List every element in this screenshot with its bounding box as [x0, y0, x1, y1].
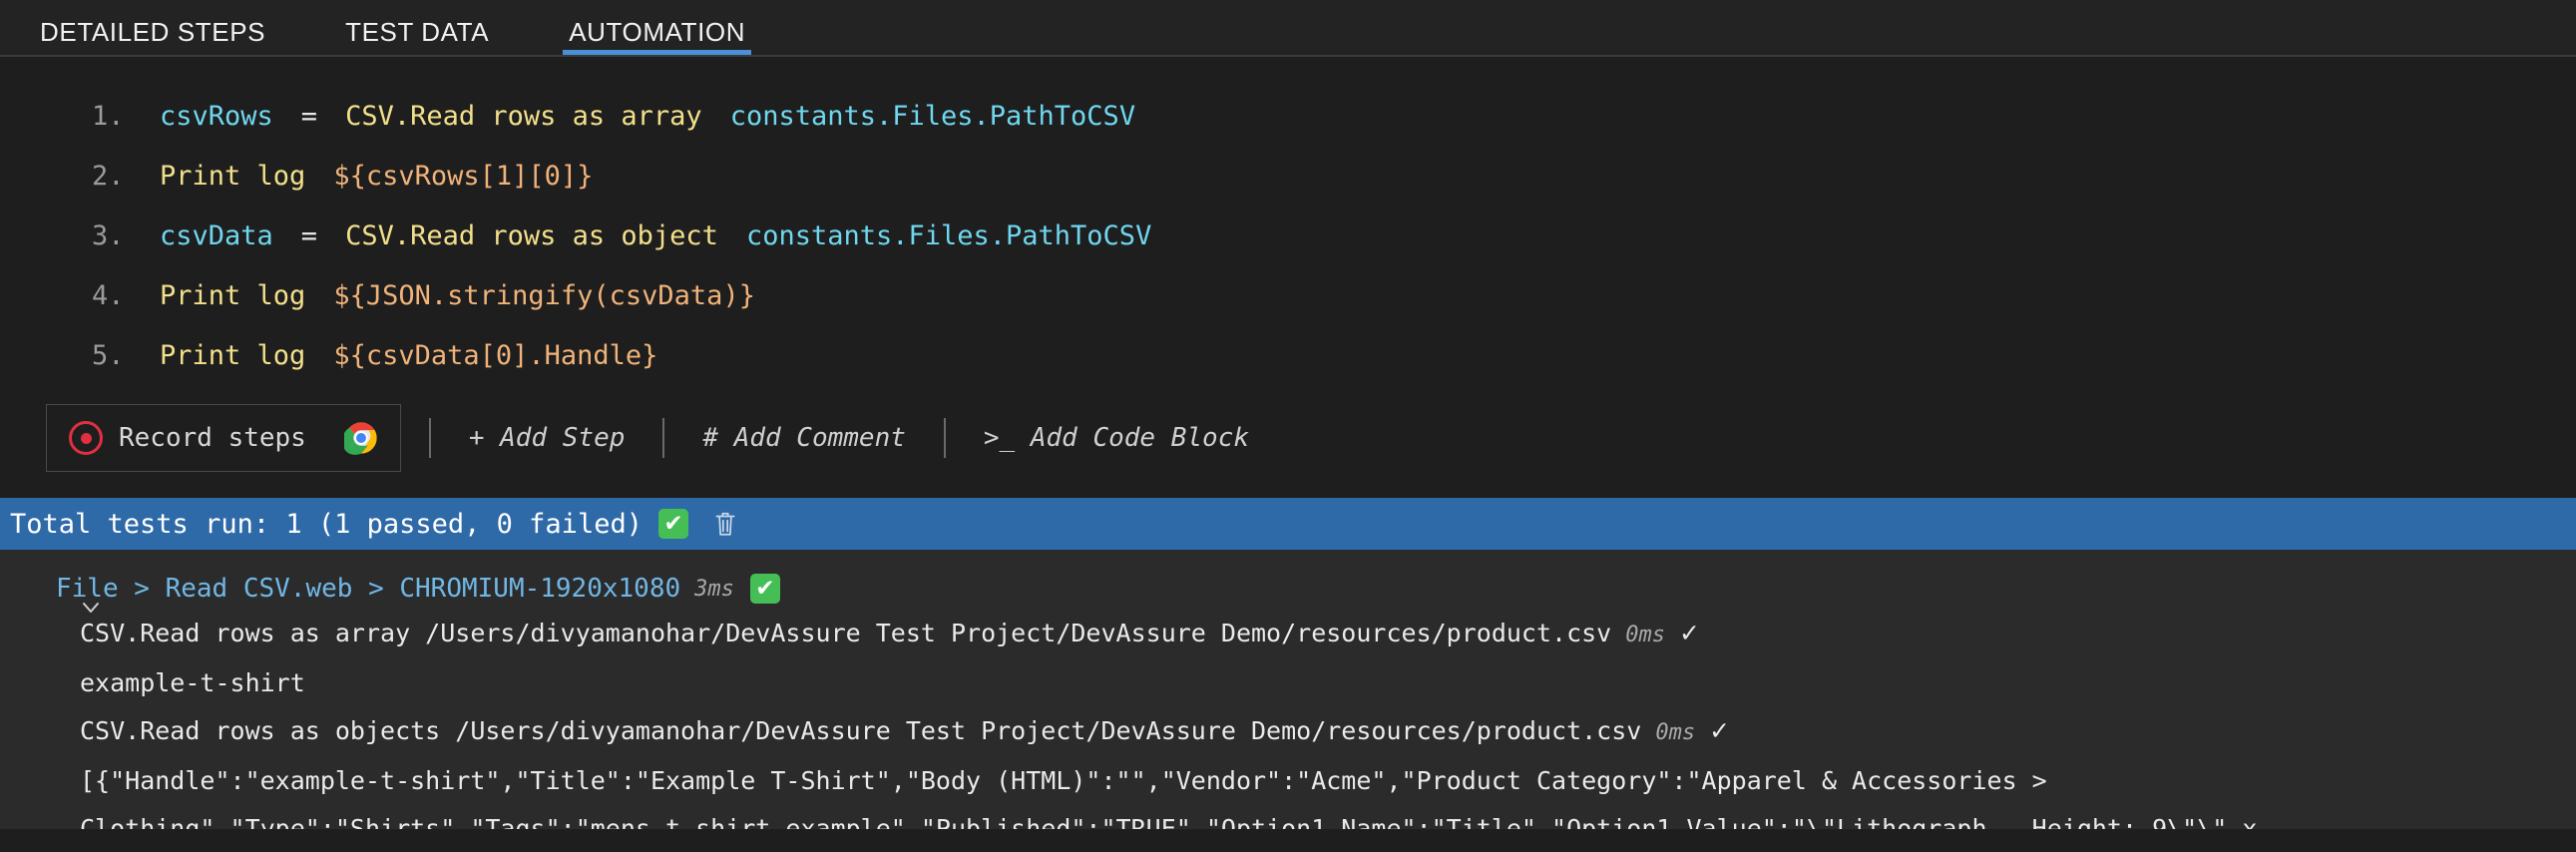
log-line: CSV.Read rows as objects /Users/divyaman…: [0, 707, 2576, 757]
step-actions-toolbar: Record steps + Add Step # Add Comment >_…: [0, 400, 2576, 476]
toolbar-divider: [662, 418, 665, 458]
log-line-text: CSV.Read rows as objects /Users/divyaman…: [80, 716, 1642, 745]
step-assign-operator: =: [300, 220, 318, 251]
step-assign-operator: =: [300, 101, 318, 132]
log-duration: 3ms: [694, 576, 734, 602]
tab-label: DETAILED STEPS: [40, 17, 266, 47]
log-line-status-icon: ✓: [1678, 619, 1700, 647]
record-icon: [69, 421, 103, 455]
test-result-summary: Total tests run: 1 (1 passed, 0 failed): [10, 508, 643, 540]
step-number: 4.: [92, 280, 125, 311]
step-row[interactable]: 4. Print log ${JSON.stringify(csvData)}: [0, 266, 2576, 326]
check-mark-icon: ✔: [749, 574, 780, 604]
chevron-down-icon[interactable]: [22, 578, 99, 613]
step-row[interactable]: 3. csvData = CSV.Read rows as object consta…: [0, 207, 2576, 266]
step-expression[interactable]: ${csvData[0].Handle}: [333, 326, 657, 386]
step-number: 5.: [92, 340, 125, 371]
log-line-text: [{"Handle":"example-t-shirt","Title":"Ex…: [80, 766, 2258, 829]
breadcrumb: File > Read CSV.web > CHROMIUM-1920x1080: [56, 574, 681, 604]
step-row[interactable]: 2. Print log ${csvRows[1][0]}: [0, 147, 2576, 207]
record-steps-label: Record steps: [119, 423, 306, 453]
step-row[interactable]: 5. Print log ${csvData[0].Handle}: [0, 326, 2576, 386]
tab-test-data[interactable]: TEST DATA: [323, 0, 511, 55]
step-expression[interactable]: ${JSON.stringify(csvData)}: [333, 266, 755, 326]
test-log-panel: File > Read CSV.web > CHROMIUM-1920x1080…: [0, 550, 2576, 829]
log-line-text: example-t-shirt: [80, 668, 305, 697]
record-steps-button[interactable]: Record steps: [46, 404, 401, 472]
step-keyword[interactable]: CSV.Read rows as array: [345, 87, 702, 147]
step-number: 1.: [92, 101, 125, 132]
step-parameter[interactable]: constants.Files.PathToCSV: [730, 87, 1135, 147]
step-number: 2.: [92, 161, 125, 192]
log-line-text: CSV.Read rows as array /Users/divyamanoh…: [80, 619, 1612, 647]
tab-label: AUTOMATION: [569, 17, 746, 47]
tab-automation[interactable]: AUTOMATION: [547, 0, 767, 55]
step-variable[interactable]: csvData: [160, 207, 273, 266]
automation-steps-list: 1. csvRows = CSV.Read rows as array constan…: [0, 57, 2576, 386]
step-parameter[interactable]: constants.Files.PathToCSV: [746, 207, 1151, 266]
log-line-duration: 0ms: [1655, 720, 1696, 745]
test-result-bar: Total tests run: 1 (1 passed, 0 failed) …: [0, 498, 2576, 550]
add-code-block-button[interactable]: >_ Add Code Block: [974, 417, 1259, 459]
trash-icon[interactable]: [712, 510, 738, 538]
step-keyword[interactable]: Print log: [160, 147, 305, 207]
step-row[interactable]: 1. csvRows = CSV.Read rows as array constan…: [0, 87, 2576, 147]
step-number: 3.: [92, 220, 125, 251]
toolbar-divider: [943, 418, 946, 458]
log-line-duration: 0ms: [1625, 623, 1665, 647]
tab-label: TEST DATA: [345, 17, 490, 47]
step-keyword[interactable]: Print log: [160, 266, 305, 326]
log-line-status-icon: ✓: [1709, 716, 1731, 745]
step-expression[interactable]: ${csvRows[1][0]}: [333, 147, 593, 207]
log-line: [{"Handle":"example-t-shirt","Title":"Ex…: [0, 757, 2576, 829]
tab-detailed-steps[interactable]: DETAILED STEPS: [18, 0, 287, 55]
step-variable[interactable]: csvRows: [160, 87, 273, 147]
toolbar-divider: [428, 418, 431, 458]
log-breadcrumb-row[interactable]: File > Read CSV.web > CHROMIUM-1920x1080…: [0, 568, 2576, 613]
log-line: CSV.Read rows as array /Users/divyamanoh…: [0, 610, 2576, 659]
step-keyword[interactable]: CSV.Read rows as object: [345, 207, 718, 266]
check-mark-icon: ✔: [657, 509, 688, 539]
add-step-button[interactable]: + Add Step: [459, 417, 636, 459]
log-line: example-t-shirt: [0, 659, 2576, 707]
add-comment-button[interactable]: # Add Comment: [692, 417, 916, 459]
tab-bar: DETAILED STEPS TEST DATA AUTOMATION: [0, 0, 2576, 57]
step-keyword[interactable]: Print log: [160, 326, 305, 386]
chrome-icon[interactable]: [341, 421, 378, 455]
